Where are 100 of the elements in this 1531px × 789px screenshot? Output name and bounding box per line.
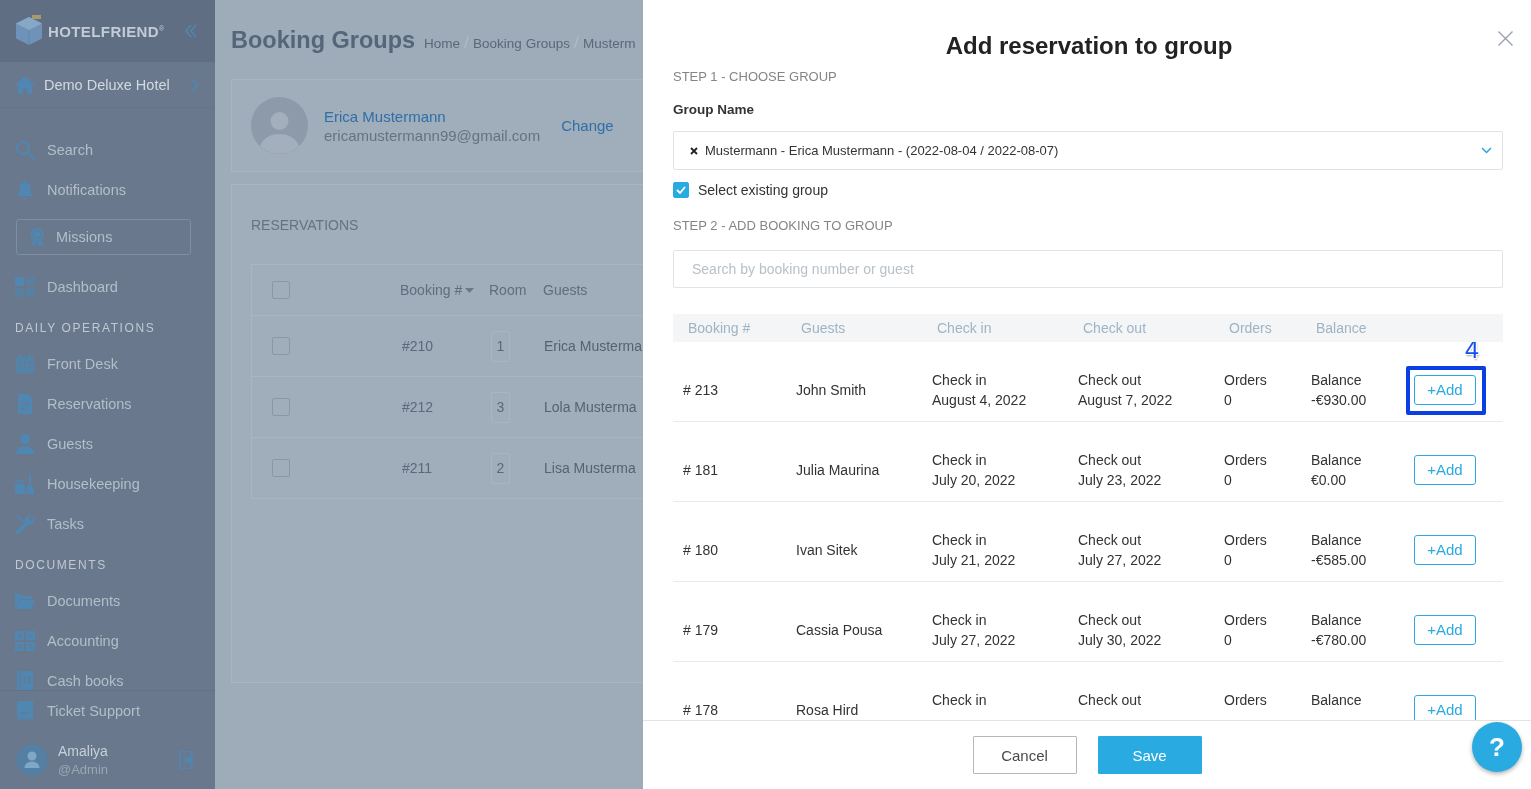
nav-item[interactable]: Guests bbox=[15, 424, 93, 464]
room-badge: 1 bbox=[491, 330, 510, 362]
section-heading: DOCUMENTS bbox=[15, 557, 107, 574]
balance-amount: €0.00 bbox=[1311, 471, 1347, 490]
guest-name: Julia Maurina bbox=[796, 462, 880, 478]
user-name: Amaliya bbox=[58, 742, 109, 761]
check-out-label: Check out bbox=[1078, 451, 1142, 470]
chevron-down-icon[interactable] bbox=[1481, 147, 1492, 154]
wrench-icon bbox=[15, 514, 35, 534]
change-link[interactable]: Change bbox=[561, 117, 614, 134]
booking-number: # 180 bbox=[683, 542, 719, 558]
page-title: Booking Groups bbox=[231, 26, 416, 55]
add-button[interactable]: +Add bbox=[1414, 614, 1476, 645]
add-button[interactable]: +Add bbox=[1414, 694, 1476, 720]
breadcrumb-link[interactable]: Home bbox=[424, 36, 461, 51]
balance-label: Balance bbox=[1311, 451, 1362, 470]
booking-number: #212 bbox=[402, 399, 434, 415]
column-header: Balance bbox=[1316, 320, 1367, 336]
guest-name: John Smith bbox=[796, 382, 867, 398]
balance-amount: -€780.00 bbox=[1311, 631, 1367, 650]
clear-icon[interactable] bbox=[690, 146, 698, 155]
check-in-label: Check in bbox=[932, 451, 987, 470]
check-out-date: July 23, 2022 bbox=[1078, 471, 1162, 490]
field-label: Group Name bbox=[673, 102, 754, 118]
receipt-icon bbox=[15, 701, 35, 721]
orders-label: Orders bbox=[1224, 371, 1267, 390]
cleaning-icon bbox=[15, 474, 35, 494]
check-in-date: July 20, 2022 bbox=[932, 471, 1016, 490]
orders-count: 0 bbox=[1224, 551, 1232, 570]
calendar-icon bbox=[15, 354, 35, 374]
nav-item[interactable]: Cash books bbox=[15, 661, 124, 690]
caret-icon[interactable] bbox=[465, 287, 475, 293]
guest-name[interactable]: Erica Mustermann bbox=[324, 106, 541, 126]
orders-label: Orders bbox=[1224, 531, 1267, 550]
column-header[interactable]: Room bbox=[489, 282, 527, 298]
check-out-label: Check out bbox=[1078, 371, 1142, 390]
balance-label: Balance bbox=[1311, 611, 1362, 630]
column-header: Check out bbox=[1083, 320, 1147, 336]
orders-count: 0 bbox=[1224, 631, 1232, 650]
save-button[interactable]: Save bbox=[1097, 736, 1202, 774]
check-out-label: Check out bbox=[1078, 531, 1142, 550]
section-heading: DAILY OPERATIONS bbox=[15, 320, 156, 337]
guest-name: Lisa Musterma bbox=[544, 460, 636, 476]
add-button[interactable]: +Add bbox=[1414, 374, 1476, 405]
balance-amount: -€585.00 bbox=[1311, 551, 1367, 570]
double-chevron-icon[interactable] bbox=[185, 24, 197, 38]
column-header[interactable]: Guests bbox=[543, 282, 588, 298]
balance-label: Balance bbox=[1311, 691, 1362, 710]
breadcrumb-link[interactable]: Booking Groups bbox=[473, 36, 570, 51]
booking-number: # 179 bbox=[683, 622, 719, 638]
booking-number: # 178 bbox=[683, 702, 719, 718]
nav-item[interactable]: Ticket Support bbox=[15, 691, 140, 731]
booking-number: #211 bbox=[402, 460, 433, 476]
calculator-icon bbox=[15, 631, 35, 651]
hotel-name[interactable]: Demo Deluxe Hotel bbox=[44, 76, 170, 93]
balance-amount: -€930.00 bbox=[1311, 391, 1367, 410]
nav-item[interactable]: Accounting bbox=[15, 621, 119, 661]
check-out-date: August 7, 2022 bbox=[1078, 391, 1173, 410]
step-heading: STEP 1 - CHOOSE GROUP bbox=[673, 69, 837, 85]
nav-item[interactable]: Documents bbox=[15, 581, 121, 621]
avatar-icon bbox=[16, 744, 48, 776]
guest-name: Cassia Pousa bbox=[796, 622, 883, 638]
guest-email: ericamustermann99@gmail.com bbox=[324, 125, 541, 145]
room-badge: 3 bbox=[491, 391, 510, 423]
nav-button[interactable]: Missions bbox=[16, 219, 191, 255]
nav-item[interactable]: Search bbox=[15, 130, 93, 170]
nav-item[interactable]: Dashboard bbox=[15, 267, 118, 307]
document-icon bbox=[15, 394, 35, 414]
search-field[interactable]: Search by booking number or guest bbox=[673, 250, 1503, 288]
nav-item[interactable]: Housekeeping bbox=[15, 464, 140, 504]
column-header[interactable]: Booking # bbox=[400, 282, 463, 298]
search-icon bbox=[15, 140, 35, 160]
add-button[interactable]: +Add bbox=[1414, 454, 1476, 485]
room-badge: 2 bbox=[491, 452, 510, 484]
checkbox-label[interactable]: Select existing group bbox=[698, 182, 828, 198]
cube-logo-icon bbox=[15, 15, 43, 47]
checkbox[interactable] bbox=[673, 182, 689, 198]
check-in-date: July 27, 2022 bbox=[932, 631, 1016, 650]
add-button[interactable]: +Add bbox=[1414, 534, 1476, 565]
grid-icon bbox=[15, 277, 35, 297]
check-out-label: Check out bbox=[1078, 691, 1142, 710]
guest-name: Erica Musterma bbox=[544, 338, 643, 354]
guest-name: Rosa Hird bbox=[796, 702, 859, 718]
logout-icon[interactable] bbox=[179, 751, 195, 769]
check-out-label: Check out bbox=[1078, 611, 1142, 630]
orders-count: 0 bbox=[1224, 471, 1232, 490]
group-select[interactable]: Mustermann - Erica Mustermann - (2022-08-04 / 2022-08-07) bbox=[673, 131, 1503, 170]
balance-label: Balance bbox=[1311, 531, 1362, 550]
nav-item[interactable]: Notifications bbox=[15, 170, 126, 210]
nav-item[interactable]: Tasks bbox=[15, 504, 85, 544]
nav-item[interactable]: Reservations bbox=[15, 384, 132, 424]
cancel-button[interactable]: Cancel bbox=[972, 736, 1077, 774]
bell-icon bbox=[15, 180, 35, 200]
column-header: Orders bbox=[1229, 320, 1272, 336]
section-title: RESERVATIONS bbox=[251, 217, 359, 233]
check-in-label: Check in bbox=[932, 531, 987, 550]
modal-title: Add reservation to group bbox=[944, 31, 1233, 61]
chevron-right-icon[interactable] bbox=[191, 77, 199, 92]
nav-item[interactable]: Front Desk bbox=[15, 344, 118, 384]
close-icon[interactable] bbox=[1498, 31, 1513, 46]
